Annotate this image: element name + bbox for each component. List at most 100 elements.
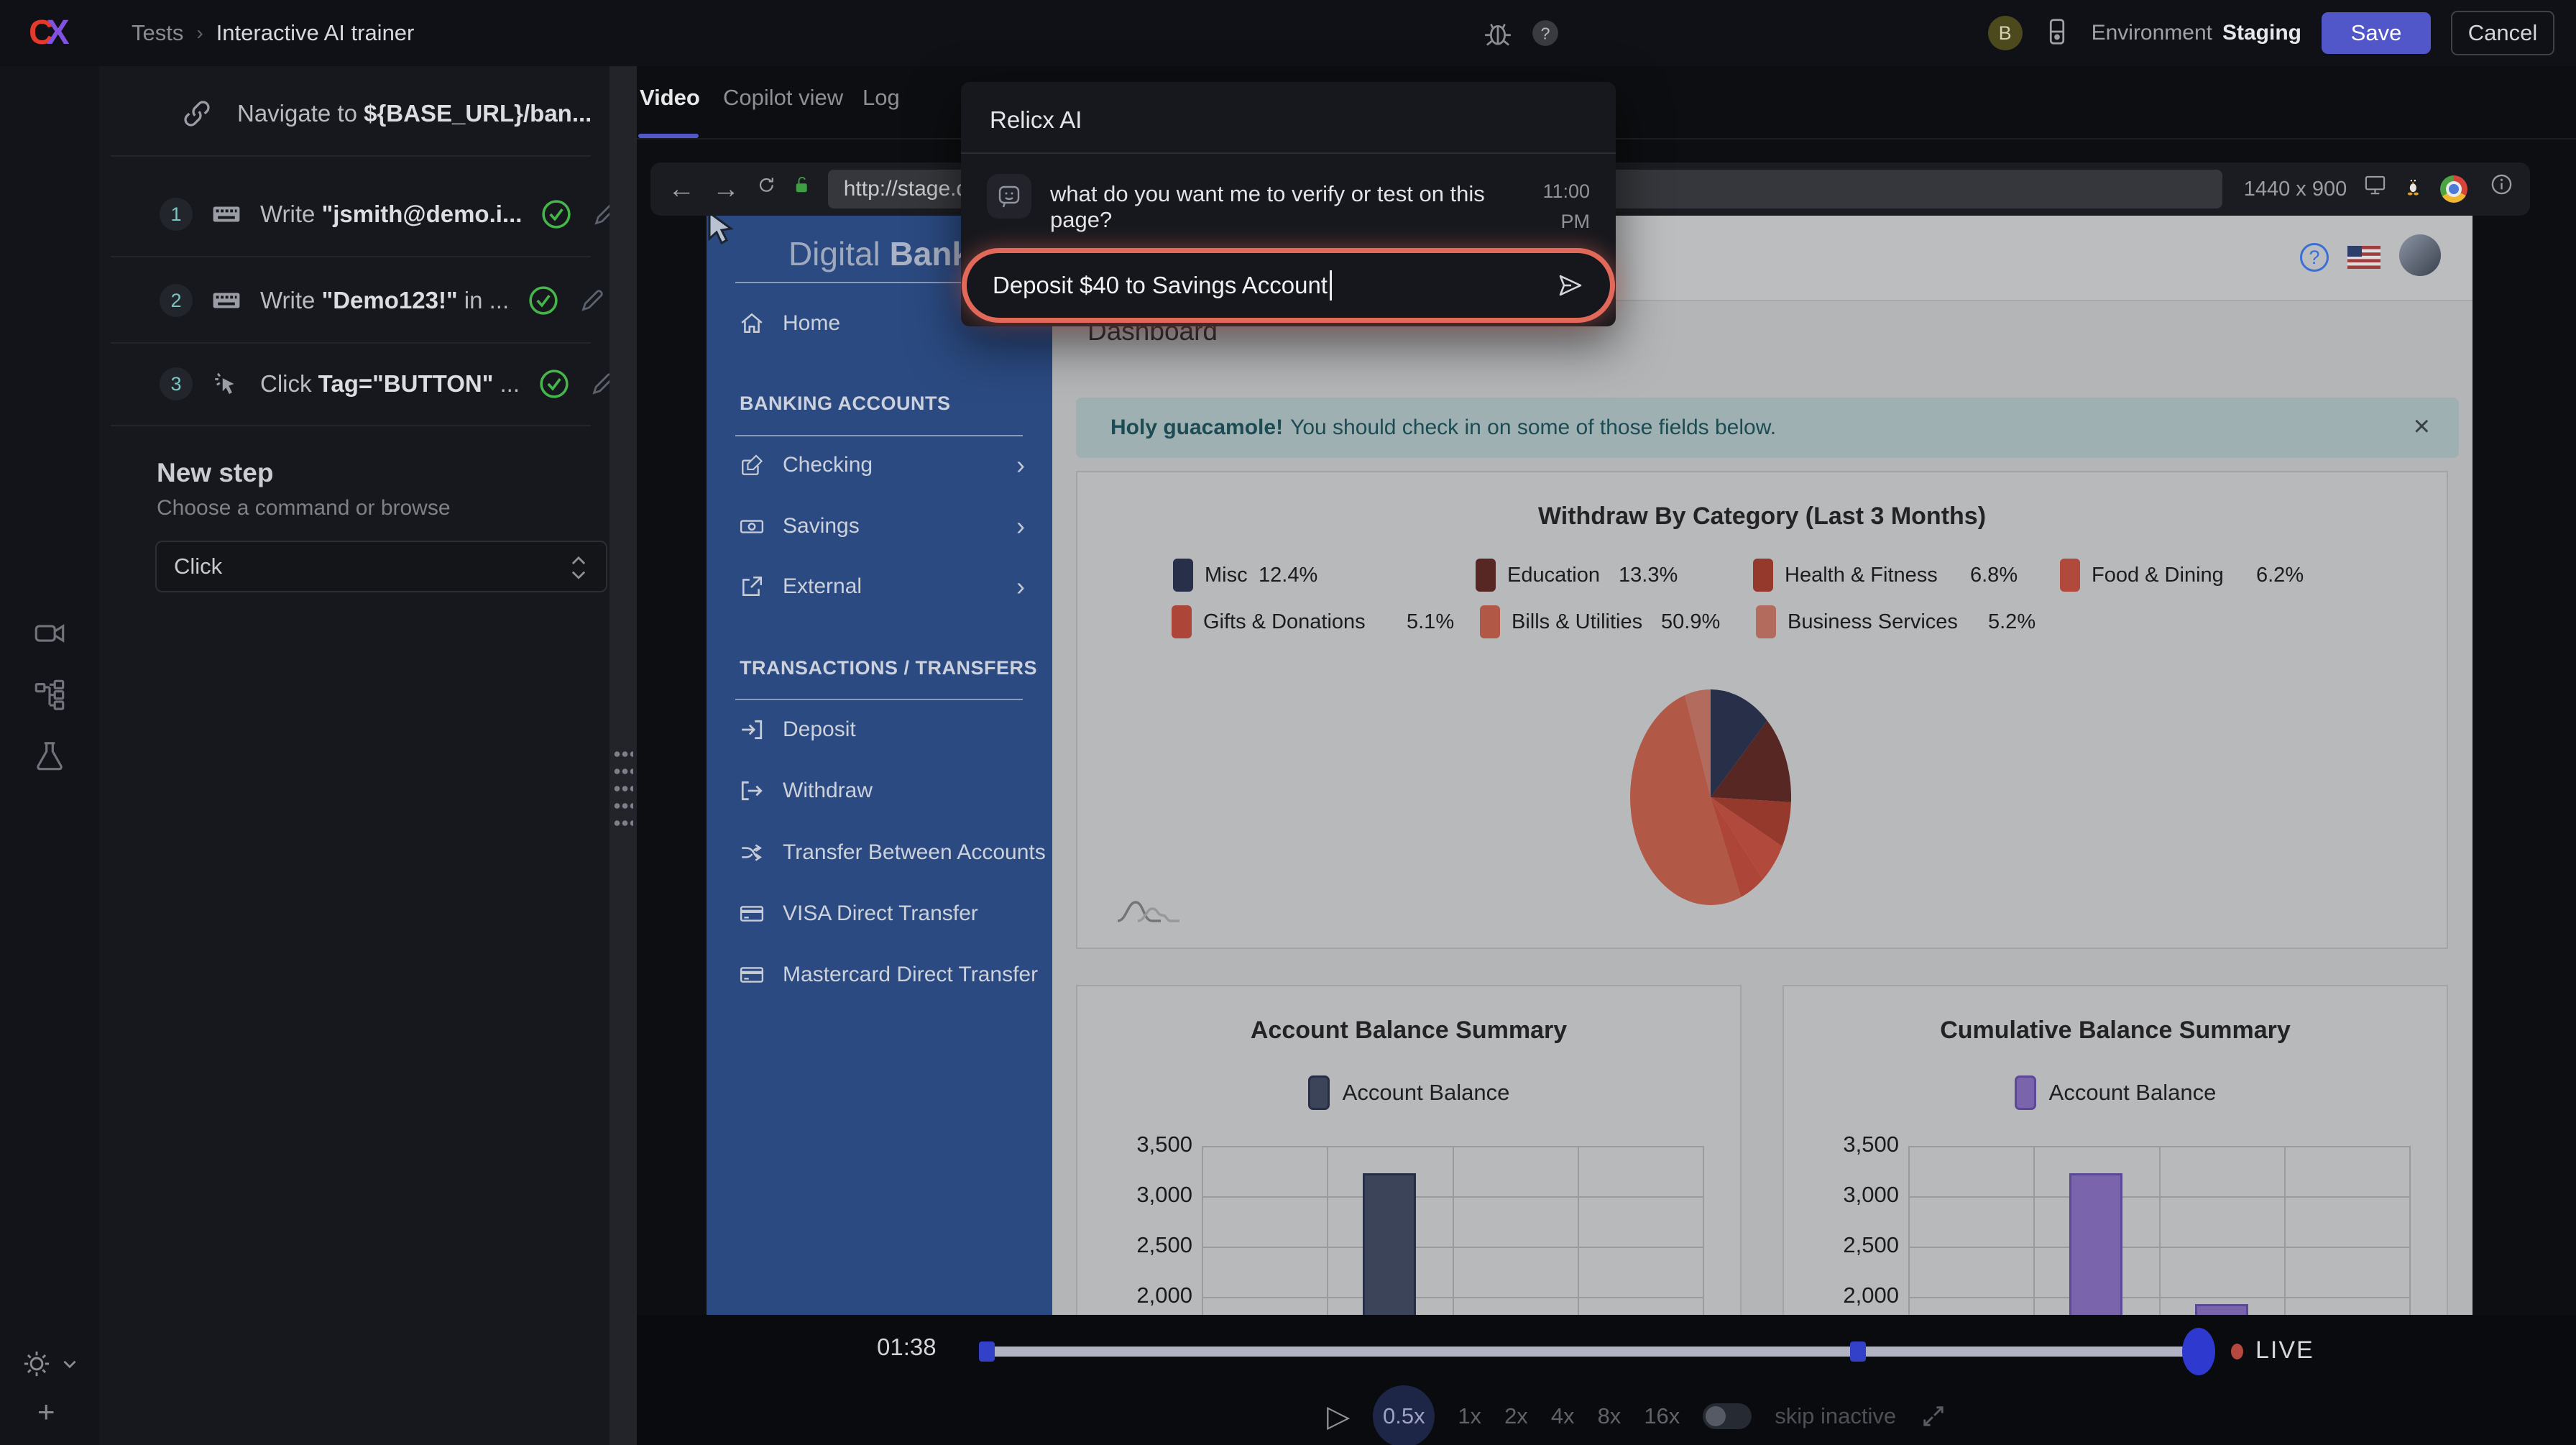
fullscreen-icon[interactable] [1919, 1402, 1948, 1431]
bank-user-avatar[interactable] [2399, 234, 2441, 276]
y-tick-label: 2,500 [1791, 1232, 1899, 1258]
tab-video[interactable]: Video [640, 85, 700, 111]
send-icon[interactable] [1557, 272, 1584, 299]
progress-marker[interactable] [979, 1341, 995, 1362]
browser-forward-button[interactable]: → [712, 175, 740, 203]
legend-label: Education [1507, 564, 1600, 587]
monitor-icon[interactable] [2364, 175, 2386, 203]
bar-chart-legend: Account Balance [1077, 1075, 1740, 1110]
withdraw-category-pie [1628, 686, 1793, 909]
flask-icon[interactable] [33, 739, 66, 772]
legend-swatch [1173, 559, 1193, 592]
cancel-button[interactable]: Cancel [2451, 11, 2554, 55]
add-icon[interactable]: + [37, 1395, 55, 1429]
message-timestamp: 11:00PM [1524, 177, 1590, 237]
bank-nav-deposit[interactable]: Deposit [707, 708, 1052, 751]
legend-item: Health & Fitness [1753, 559, 1938, 592]
us-flag-icon[interactable] [2347, 246, 2380, 269]
speed-0_5x-button[interactable]: 0.5x [1373, 1385, 1435, 1445]
live-label[interactable]: LIVE [2255, 1336, 2314, 1364]
gridline [1908, 1146, 1910, 1315]
ai-prompt-value: Deposit $40 to Savings Account [993, 272, 1328, 299]
edit-pencil-icon[interactable] [578, 286, 607, 315]
legend-label: Gifts & Donations [1203, 610, 1366, 634]
flow-tree-icon[interactable] [33, 678, 66, 711]
credit-card-icon [740, 902, 764, 926]
legend-swatch [1476, 559, 1496, 592]
command-select[interactable]: Click [155, 541, 607, 592]
play-button[interactable]: ▷ [1327, 1401, 1350, 1431]
bank-nav-savings[interactable]: Savings › [707, 505, 1052, 548]
legend-label: Health & Fitness [1785, 564, 1938, 587]
assistant-message-text: what do you want me to verify or test on… [1050, 181, 1506, 233]
svg-text:?: ? [1541, 24, 1550, 42]
progress-playhead[interactable] [2182, 1328, 2215, 1375]
divider [735, 699, 1023, 700]
speed-16x-button[interactable]: 16x [1644, 1403, 1680, 1429]
user-avatar-badge[interactable]: B [1988, 16, 2023, 50]
help-icon[interactable]: ? [1530, 17, 1561, 49]
bank-nav-visa-transfer[interactable]: VISA Direct Transfer [707, 892, 1052, 935]
bank-nav-transfer[interactable]: Transfer Between Accounts [707, 831, 1052, 874]
browser-reload-icon[interactable] [757, 175, 776, 203]
settings-control[interactable] [22, 1349, 79, 1379]
legend-item: Bills & Utilities [1480, 605, 1642, 638]
gear-icon[interactable] [22, 1349, 52, 1379]
breadcrumb-tests[interactable]: Tests [132, 20, 183, 46]
legend-label: Bills & Utilities [1512, 610, 1642, 634]
speed-8x-button[interactable]: 8x [1598, 1403, 1622, 1429]
navigate-step[interactable]: Navigate to ${BASE_URL}/ban... [181, 92, 592, 135]
chevron-down-icon[interactable] [60, 1354, 79, 1373]
panel-resize-handle[interactable] [610, 66, 637, 1445]
playback-progress-bar[interactable] [980, 1347, 2199, 1357]
bank-nav-checking[interactable]: Checking › [707, 444, 1052, 487]
legend-item: Food & Dining [2060, 559, 2224, 592]
divider [735, 435, 1023, 436]
bank-nav-external[interactable]: External › [707, 565, 1052, 608]
unlock-icon [794, 175, 811, 203]
bank-nav-mastercard-transfer[interactable]: Mastercard Direct Transfer [707, 953, 1052, 996]
speed-1x-button[interactable]: 1x [1458, 1403, 1481, 1429]
bug-icon[interactable] [1482, 17, 1514, 49]
browser-back-button[interactable]: ← [668, 175, 695, 203]
link-icon [181, 98, 213, 129]
speed-4x-button[interactable]: 4x [1551, 1403, 1575, 1429]
bank-nav-label: External [783, 574, 862, 599]
step-row-2[interactable]: 2 Write "Demo123!" in ... [160, 280, 502, 321]
legend-swatch [1753, 559, 1773, 592]
bank-nav-label: Savings [783, 514, 860, 538]
environment-selector[interactable]: Environment Staging [2092, 21, 2301, 45]
ai-prompt-input[interactable]: Deposit $40 to Savings Account [967, 253, 1610, 318]
alert-close-icon[interactable]: × [2414, 410, 2430, 443]
sign-out-icon [740, 779, 764, 803]
bank-section-transactions: TRANSACTIONS / TRANSFERS [740, 657, 1037, 679]
y-tick-label: 2,500 [1085, 1232, 1192, 1258]
active-tab-underline [638, 134, 699, 138]
gridline [1453, 1146, 1454, 1315]
tab-copilot-view[interactable]: Copilot view [723, 85, 843, 111]
skip-inactive-toggle[interactable] [1703, 1403, 1752, 1429]
topbar-actions: B Environment Staging Save Cancel [1988, 0, 2554, 66]
step-row-1[interactable]: 1 Write "jsmith@demo.i... [160, 194, 502, 234]
alert-bold-text: Holy guacamole! [1110, 416, 1283, 440]
divider [111, 342, 591, 344]
progress-marker[interactable] [1850, 1341, 1866, 1362]
tab-log[interactable]: Log [862, 85, 900, 111]
bank-nav-label: VISA Direct Transfer [783, 902, 978, 926]
drag-dots [613, 746, 633, 832]
edit-square-icon [740, 453, 764, 477]
video-playback-frame[interactable]: Digital Bank Home BANKING ACCOUNTS Check… [707, 216, 2472, 1315]
app-logo[interactable]: CX [29, 13, 67, 52]
save-button[interactable]: Save [2322, 12, 2431, 54]
step-row-3[interactable]: 3 Click Tag="BUTTON" ... [160, 364, 502, 404]
speed-2x-button[interactable]: 2x [1504, 1403, 1528, 1429]
legend-value: 6.2% [2256, 559, 2304, 592]
gridline [1578, 1146, 1579, 1315]
bank-help-icon[interactable]: ? [2300, 243, 2329, 272]
bank-nav-withdraw[interactable]: Withdraw [707, 769, 1052, 812]
playback-time: 01:38 [877, 1334, 937, 1361]
withdraw-category-card: Withdraw By Category (Last 3 Months) Mis… [1076, 471, 2448, 949]
video-camera-icon[interactable] [33, 617, 66, 650]
legend-swatch [1756, 605, 1776, 638]
info-icon[interactable] [2490, 173, 2513, 205]
